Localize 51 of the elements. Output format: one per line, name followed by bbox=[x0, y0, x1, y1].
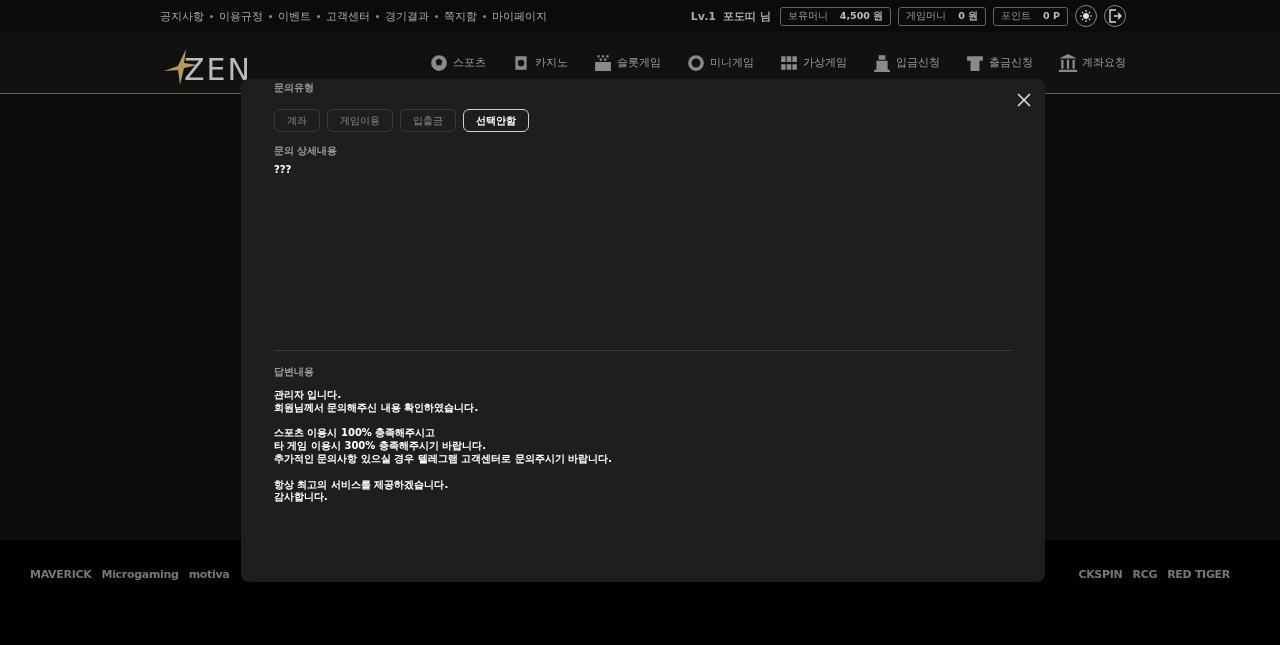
wallet-value: 0 원 bbox=[958, 9, 979, 23]
wallet-label: 게임머니 bbox=[906, 9, 947, 23]
separator-dot bbox=[269, 14, 272, 18]
user-level: Lv.1 bbox=[690, 9, 716, 23]
close-icon bbox=[1017, 93, 1031, 107]
coin-icon bbox=[687, 53, 705, 72]
nav-item[interactable]: 스포츠 bbox=[430, 53, 486, 72]
separator-dot bbox=[376, 14, 379, 18]
close-button[interactable] bbox=[1017, 93, 1031, 107]
type-option[interactable]: 선택안함 bbox=[463, 109, 529, 132]
type-option[interactable]: 게임이용 bbox=[327, 109, 393, 132]
type-option[interactable]: 계좌 bbox=[274, 109, 320, 132]
section-label: 문의유형 bbox=[274, 81, 315, 95]
provider-logo: MAVERICK bbox=[30, 568, 92, 581]
top-link[interactable]: 마이페이지 bbox=[492, 8, 547, 24]
section-label: 답변내용 bbox=[274, 365, 315, 379]
separator-dot bbox=[317, 14, 320, 18]
wallet-value: 0 P bbox=[1043, 9, 1060, 23]
top-link[interactable]: 쪽지함 bbox=[444, 8, 477, 24]
wallet-label: 포인트 bbox=[1001, 9, 1032, 23]
logout-icon bbox=[1108, 9, 1122, 23]
nav-item[interactable]: 미니게임 bbox=[687, 53, 754, 72]
type-option[interactable]: 입출금 bbox=[400, 109, 456, 132]
top-link[interactable]: 이벤트 bbox=[278, 8, 311, 24]
separator-dot bbox=[210, 14, 213, 18]
nav-item[interactable]: 슬롯게임 bbox=[594, 53, 661, 72]
top-link[interactable]: 고객센터 bbox=[326, 8, 370, 24]
nav-item[interactable]: 계좌요청 bbox=[1059, 53, 1126, 72]
provider-logo: RED TIGER bbox=[1167, 568, 1230, 581]
user-name: 포도띠 님 bbox=[723, 8, 771, 24]
inquiry-text: ??? bbox=[274, 164, 1012, 351]
top-link[interactable]: 경기결과 bbox=[385, 8, 429, 24]
top-link[interactable]: 이용규정 bbox=[219, 8, 263, 24]
provider-logo: CKSPIN bbox=[1078, 568, 1123, 581]
separator-dot bbox=[435, 14, 438, 18]
provider-logo: RCG bbox=[1132, 568, 1158, 581]
wallet-label: 보유머니 bbox=[787, 9, 828, 23]
top-link[interactable]: 공지사항 bbox=[160, 8, 204, 24]
nav-item[interactable]: 출금신청 bbox=[966, 53, 1033, 72]
wallet-value: 4,500 원 bbox=[839, 9, 884, 23]
nav-item[interactable]: 입금신청 bbox=[873, 53, 940, 72]
answer-text: 관리자 입니다. 회원님께서 문의해주신 내용 확인하였습니다. 스포츠 이용시 100% 충족해주시고 타 게임 이용시 300% 충족해주시기 바랍니다. 추가적인 문의사항 있으실 경우 텔레그램 고객센터로 문의주시기 바랍니다. 항상 최고의 서비스를 제공하겠습니다. 감사합니다. bbox=[274, 389, 614, 505]
provider-logo: Microgaming bbox=[101, 568, 179, 581]
section-label: 문의 상세내용 bbox=[274, 144, 339, 158]
sun-icon bbox=[1080, 10, 1092, 22]
nav-item[interactable]: 카지노 bbox=[512, 53, 568, 72]
nav-item[interactable]: 가상게임 bbox=[780, 53, 847, 72]
bank-icon bbox=[1059, 53, 1077, 72]
separator-dot bbox=[483, 14, 486, 18]
site-logo[interactable]: ZEN bbox=[164, 48, 252, 85]
provider-logo: motiva bbox=[188, 568, 230, 581]
